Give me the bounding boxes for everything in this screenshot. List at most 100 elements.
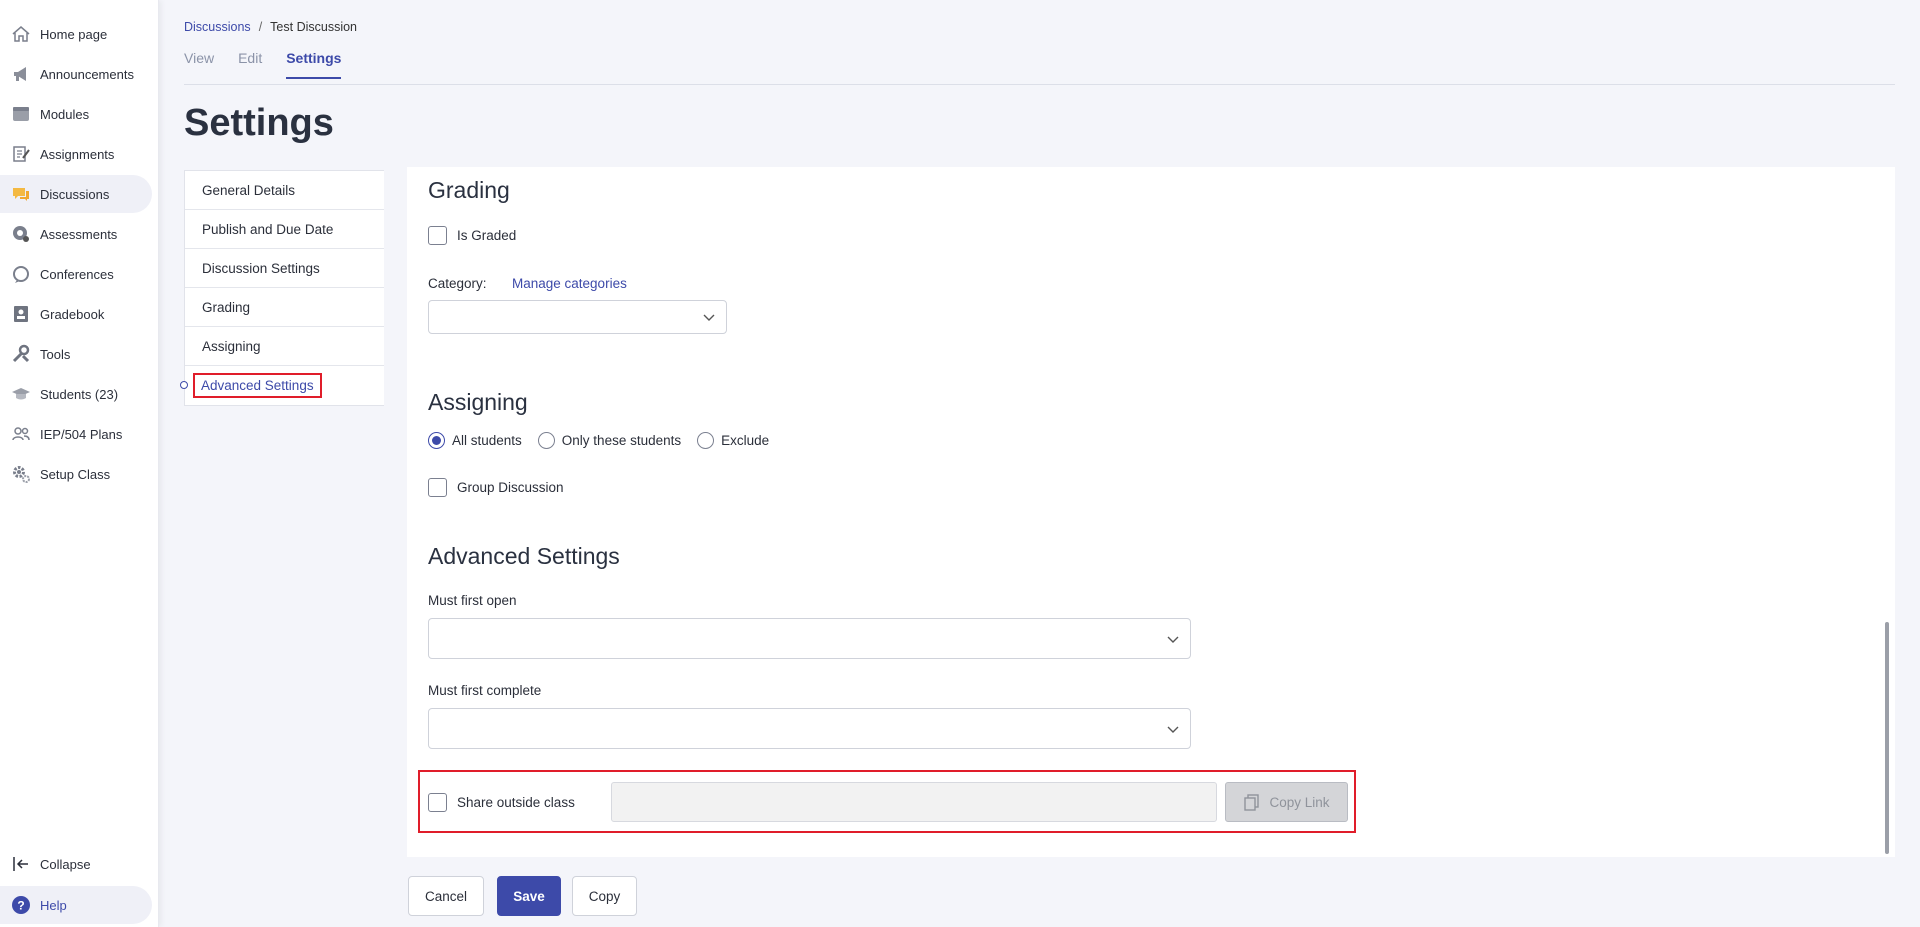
section-nav-label: Advanced Settings xyxy=(193,373,322,398)
sidebar-item-conferences[interactable]: Conferences xyxy=(0,255,152,293)
sidebar-item-modules[interactable]: Modules xyxy=(0,95,152,133)
sidebar-item-label: Modules xyxy=(40,106,90,122)
sidebar-item-iep[interactable]: IEP/504 Plans xyxy=(0,415,152,453)
gear-icon xyxy=(10,463,32,485)
settings-panel xyxy=(407,167,1895,857)
section-nav-general-details[interactable]: General Details xyxy=(185,171,384,210)
share-outside-row: Share outside class xyxy=(428,793,575,812)
collapse-label: Collapse xyxy=(40,856,91,872)
copy-button[interactable]: Copy xyxy=(572,876,637,916)
must-first-open-label: Must first open xyxy=(428,593,517,608)
share-link-field xyxy=(611,782,1217,822)
help-button[interactable]: ? Help xyxy=(0,886,152,924)
chevron-down-icon xyxy=(1166,632,1180,646)
group-discussion-checkbox[interactable] xyxy=(428,478,447,497)
radio-label: Exclude xyxy=(721,433,770,448)
is-graded-checkbox[interactable] xyxy=(428,226,447,245)
section-nav: General Details Publish and Due Date Dis… xyxy=(180,170,384,406)
svg-text:?: ? xyxy=(17,899,24,913)
section-nav-label: Assigning xyxy=(202,338,261,354)
assignment-icon xyxy=(10,143,32,165)
radio-label: All students xyxy=(452,433,522,448)
home-icon xyxy=(10,23,32,45)
chevron-down-icon xyxy=(1166,722,1180,736)
tab-bar: View Edit Settings xyxy=(184,50,342,79)
sidebar-item-label: Tools xyxy=(40,346,71,362)
megaphone-icon xyxy=(10,63,32,85)
conference-icon xyxy=(10,263,32,285)
sidebar-item-discussions[interactable]: Discussions xyxy=(0,175,152,213)
section-nav-advanced-settings[interactable]: Advanced Settings xyxy=(180,366,384,405)
tab-edit[interactable]: Edit xyxy=(238,50,262,79)
assigning-radio-group: All students Only these students Exclude xyxy=(428,432,785,449)
sidebar-item-assessments[interactable]: Assessments xyxy=(0,215,152,253)
gradebook-icon xyxy=(10,303,32,325)
is-graded-row: Is Graded xyxy=(428,226,516,245)
page-title: Settings xyxy=(184,102,334,144)
sidebar-item-label: Discussions xyxy=(40,186,110,202)
sidebar-item-announcements[interactable]: Announcements xyxy=(0,55,152,93)
group-discussion-row: Group Discussion xyxy=(428,478,564,497)
tabs-divider xyxy=(184,84,1895,85)
collapse-icon xyxy=(10,853,32,875)
chevron-down-icon xyxy=(702,310,716,324)
sidebar-item-label: Assessments xyxy=(40,226,118,242)
grading-heading: Grading xyxy=(428,177,510,203)
must-first-complete-label: Must first complete xyxy=(428,683,542,698)
sidebar: Home page Announcements Modules Assignme… xyxy=(0,0,159,927)
sidebar-item-label: Students (23) xyxy=(40,386,119,402)
section-nav-discussion-settings[interactable]: Discussion Settings xyxy=(185,249,384,288)
sidebar-item-label: Home page xyxy=(40,26,108,42)
scrollbar[interactable] xyxy=(1885,622,1889,854)
copy-icon xyxy=(1243,793,1261,811)
chat-icon xyxy=(10,183,32,205)
cancel-button[interactable]: Cancel xyxy=(408,876,484,916)
sidebar-item-label: IEP/504 Plans xyxy=(40,426,123,442)
section-nav-label: Publish and Due Date xyxy=(202,221,334,237)
category-select[interactable] xyxy=(428,300,727,334)
sidebar-item-label: Assignments xyxy=(40,146,115,162)
radio-button[interactable] xyxy=(697,432,715,449)
tab-settings[interactable]: Settings xyxy=(286,50,342,79)
copy-link-label: Copy Link xyxy=(1269,794,1330,810)
section-nav-label: General Details xyxy=(202,182,296,198)
sidebar-item-home[interactable]: Home page xyxy=(0,15,152,53)
sidebar-item-students[interactable]: Students (23) xyxy=(0,375,152,413)
copy-link-button[interactable]: Copy Link xyxy=(1225,782,1348,822)
sidebar-item-tools[interactable]: Tools xyxy=(0,335,152,373)
sidebar-item-setup-class[interactable]: Setup Class xyxy=(0,455,152,493)
section-nav-publish-due-date[interactable]: Publish and Due Date xyxy=(185,210,384,249)
radio-only-these-students[interactable]: Only these students xyxy=(537,432,681,449)
section-nav-label: Grading xyxy=(202,299,251,315)
radio-button[interactable] xyxy=(428,432,445,449)
sidebar-item-assignments[interactable]: Assignments xyxy=(0,135,152,173)
save-button[interactable]: Save xyxy=(497,876,561,916)
help-icon: ? xyxy=(10,894,32,916)
assigning-heading: Assigning xyxy=(428,389,528,415)
radio-exclude[interactable]: Exclude xyxy=(697,432,769,449)
sidebar-item-label: Gradebook xyxy=(40,306,105,322)
share-outside-label: Share outside class xyxy=(457,795,575,810)
section-nav-assigning[interactable]: Assigning xyxy=(185,327,384,366)
manage-categories-link[interactable]: Manage categories xyxy=(512,276,627,291)
tab-view[interactable]: View xyxy=(184,50,214,79)
graduation-cap-icon xyxy=(10,383,32,405)
breadcrumb: Discussions / Test Discussion xyxy=(184,20,357,34)
sidebar-item-gradebook[interactable]: Gradebook xyxy=(0,295,152,333)
must-first-complete-select[interactable] xyxy=(428,708,1191,749)
must-first-open-select[interactable] xyxy=(428,618,1191,659)
is-graded-label: Is Graded xyxy=(457,228,517,243)
group-discussion-label: Group Discussion xyxy=(457,480,564,495)
breadcrumb-current: Test Discussion xyxy=(270,20,358,34)
radio-button[interactable] xyxy=(537,432,555,449)
radio-all-students[interactable]: All students xyxy=(428,432,522,449)
sidebar-item-label: Announcements xyxy=(40,66,134,82)
section-nav-grading[interactable]: Grading xyxy=(185,288,384,327)
breadcrumb-discussions-link[interactable]: Discussions xyxy=(184,20,251,34)
collapse-button[interactable]: Collapse xyxy=(0,845,152,883)
category-label: Category: xyxy=(428,276,487,291)
sidebar-item-label: Setup Class xyxy=(40,466,111,482)
section-nav-label: Discussion Settings xyxy=(202,260,320,276)
share-outside-checkbox[interactable] xyxy=(428,793,447,812)
sidebar-item-label: Conferences xyxy=(40,266,114,282)
